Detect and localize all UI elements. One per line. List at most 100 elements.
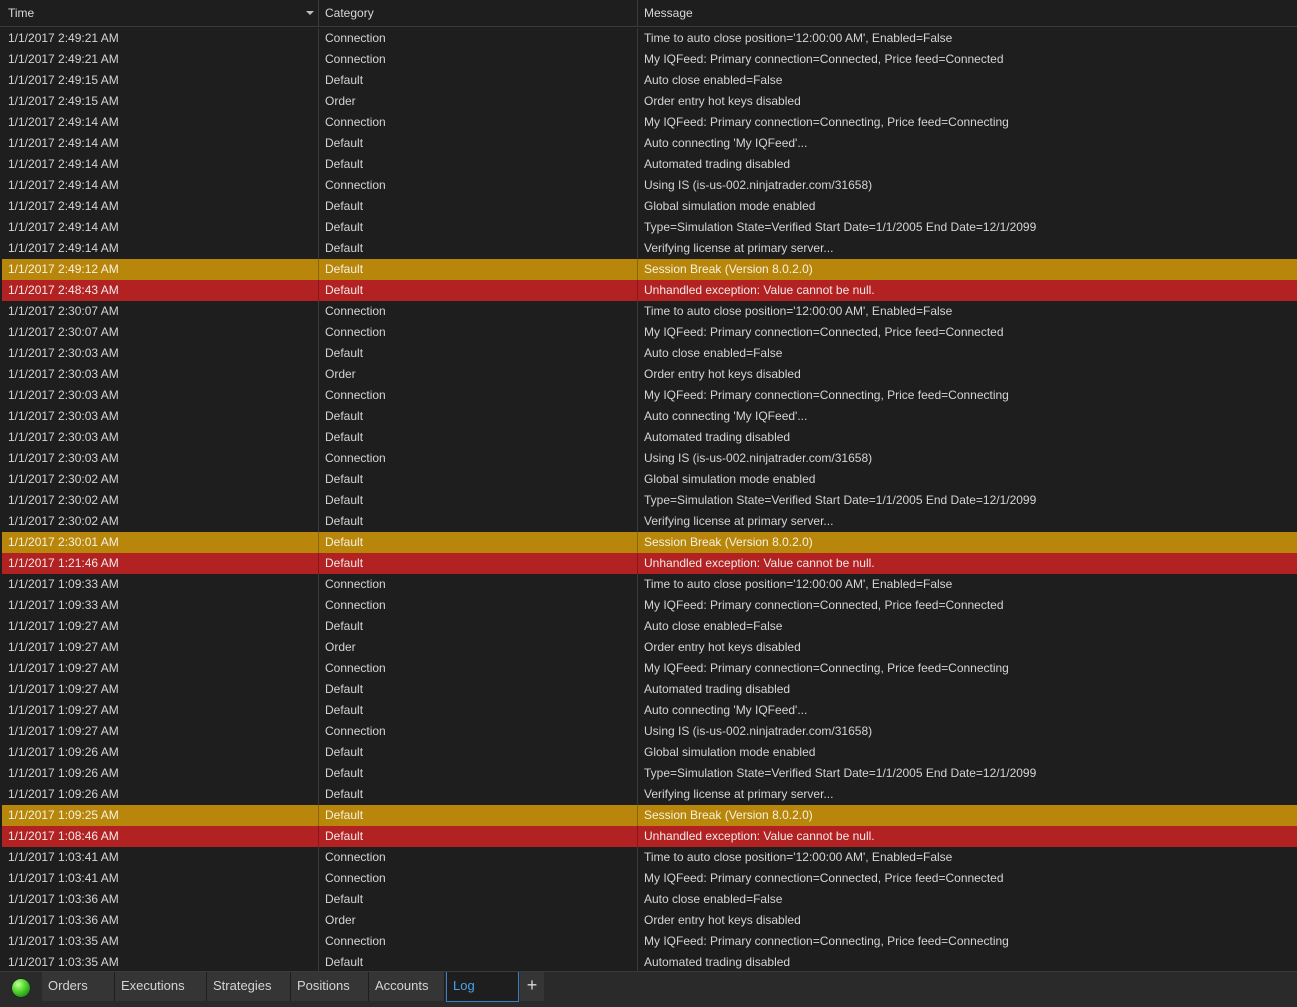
table-row[interactable]: 1/1/2017 2:30:02 AM Default Verifying lice… [2, 511, 1297, 532]
table-row[interactable]: 1/1/2017 2:49:14 AM Default Verifying lice… [2, 238, 1297, 259]
tab-orders[interactable]: Orders [42, 972, 115, 1001]
category-cell: Default [319, 217, 638, 238]
table-row[interactable]: 1/1/2017 2:30:02 AM Default Global simulat… [2, 469, 1297, 490]
time-cell: 1/1/2017 1:09:27 AM [2, 616, 319, 637]
table-row[interactable]: 1/1/2017 2:49:21 AM Connection My IQFeed: … [2, 49, 1297, 70]
category-cell: Default [319, 784, 638, 805]
category-cell: Connection [319, 448, 638, 469]
table-row[interactable]: 1/1/2017 1:03:36 AM Default Auto close ena… [2, 889, 1297, 910]
message-cell: Time to auto close position='12:00:00 AM… [644, 850, 953, 864]
table-row[interactable]: 1/1/2017 1:21:46 AM Default Unhandled exce… [2, 553, 1297, 574]
category-cell: Connection [319, 574, 638, 595]
table-row[interactable]: 1/1/2017 2:30:07 AM Connection Time to aut… [2, 301, 1297, 322]
tab-label: Executions [121, 978, 185, 993]
table-row[interactable]: 1/1/2017 1:03:41 AM Connection Time to aut… [2, 847, 1297, 868]
message-cell: Session Break (Version 8.0.2.0) [644, 808, 813, 822]
time-cell: 1/1/2017 1:03:35 AM [2, 931, 319, 952]
time-cell: 1/1/2017 1:09:33 AM [2, 574, 319, 595]
category-cell: Default [319, 826, 638, 847]
table-row[interactable]: 1/1/2017 1:09:27 AM Default Auto close ena… [2, 616, 1297, 637]
table-row[interactable]: 1/1/2017 1:09:27 AM Default Automated trad… [2, 679, 1297, 700]
time-cell: 1/1/2017 1:09:27 AM [2, 721, 319, 742]
table-row[interactable]: 1/1/2017 1:03:41 AM Connection My IQFeed: … [2, 868, 1297, 889]
table-row[interactable]: 1/1/2017 2:49:12 AM Default Session Break … [2, 259, 1297, 280]
time-cell: 1/1/2017 2:49:14 AM [2, 133, 319, 154]
table-row[interactable]: 1/1/2017 2:30:03 AM Default Auto connectin… [2, 406, 1297, 427]
table-row[interactable]: 1/1/2017 1:09:27 AM Order Order entry hot … [2, 637, 1297, 658]
tab-accounts[interactable]: Accounts [369, 972, 445, 1001]
table-row[interactable]: 1/1/2017 2:49:14 AM Default Automated trad… [2, 154, 1297, 175]
table-row[interactable]: 1/1/2017 2:49:15 AM Default Auto close ena… [2, 70, 1297, 91]
column-header-time[interactable]: Time [2, 0, 319, 27]
table-row[interactable]: 1/1/2017 2:30:07 AM Connection My IQFeed: … [2, 322, 1297, 343]
table-row[interactable]: 1/1/2017 1:03:36 AM Order Order entry hot … [2, 910, 1297, 931]
tab-label: Log [453, 978, 475, 993]
table-row[interactable]: 1/1/2017 2:30:03 AM Order Order entry hot … [2, 364, 1297, 385]
category-cell: Default [319, 616, 638, 637]
message-cell: Global simulation mode enabled [644, 199, 816, 213]
add-tab-button[interactable]: + [520, 972, 544, 1001]
time-cell: 1/1/2017 1:09:26 AM [2, 763, 319, 784]
message-cell: Type=Simulation State=Verified Start Dat… [644, 766, 1037, 780]
table-row[interactable]: 1/1/2017 1:09:27 AM Connection Using IS (i… [2, 721, 1297, 742]
message-cell: Type=Simulation State=Verified Start Dat… [644, 220, 1037, 234]
tab-executions[interactable]: Executions [115, 972, 207, 1001]
message-cell: Auto connecting 'My IQFeed'... [644, 409, 808, 423]
time-cell: 1/1/2017 1:09:33 AM [2, 595, 319, 616]
table-row[interactable]: 1/1/2017 1:09:26 AM Default Verifying lice… [2, 784, 1297, 805]
time-cell: 1/1/2017 1:09:25 AM [2, 805, 319, 826]
message-cell: My IQFeed: Primary connection=Connected,… [644, 598, 1004, 612]
table-row[interactable]: 1/1/2017 2:49:15 AM Order Order entry hot … [2, 91, 1297, 112]
table-row[interactable]: 1/1/2017 1:03:35 AM Connection My IQFeed: … [2, 931, 1297, 952]
table-row[interactable]: 1/1/2017 1:08:46 AM Default Unhandled exce… [2, 826, 1297, 847]
table-row[interactable]: 1/1/2017 1:03:35 AM Default Automated trad… [2, 952, 1297, 971]
tab-strategies[interactable]: Strategies [207, 972, 291, 1001]
category-cell: Default [319, 805, 638, 826]
time-cell: 1/1/2017 1:09:27 AM [2, 700, 319, 721]
table-row[interactable]: 1/1/2017 2:49:14 AM Default Type=Simulatio… [2, 217, 1297, 238]
category-cell: Default [319, 889, 638, 910]
table-row[interactable]: 1/1/2017 1:09:33 AM Connection Time to aut… [2, 574, 1297, 595]
table-row[interactable]: 1/1/2017 2:30:03 AM Default Automated trad… [2, 427, 1297, 448]
table-row[interactable]: 1/1/2017 1:09:26 AM Default Type=Simulatio… [2, 763, 1297, 784]
column-header-label: Category [325, 6, 374, 20]
message-cell: My IQFeed: Primary connection=Connected,… [644, 325, 1004, 339]
table-row[interactable]: 1/1/2017 2:30:01 AM Default Session Break … [2, 532, 1297, 553]
table-row[interactable]: 1/1/2017 1:09:27 AM Default Auto connectin… [2, 700, 1297, 721]
category-cell: Default [319, 490, 638, 511]
category-cell: Default [319, 553, 638, 574]
table-row[interactable]: 1/1/2017 2:30:02 AM Default Type=Simulatio… [2, 490, 1297, 511]
table-row[interactable]: 1/1/2017 1:09:33 AM Connection My IQFeed: … [2, 595, 1297, 616]
table-row[interactable]: 1/1/2017 2:48:43 AM Default Unhandled exce… [2, 280, 1297, 301]
message-cell: Time to auto close position='12:00:00 AM… [644, 577, 953, 591]
table-row[interactable]: 1/1/2017 2:30:03 AM Default Auto close ena… [2, 343, 1297, 364]
table-row[interactable]: 1/1/2017 2:49:14 AM Default Auto connectin… [2, 133, 1297, 154]
category-cell: Default [319, 133, 638, 154]
table-row[interactable]: 1/1/2017 2:49:14 AM Connection My IQFeed: … [2, 112, 1297, 133]
column-header-category[interactable]: Category [319, 0, 638, 27]
message-cell: Session Break (Version 8.0.2.0) [644, 262, 813, 276]
table-row[interactable]: 1/1/2017 1:09:26 AM Default Global simulat… [2, 742, 1297, 763]
message-cell: Session Break (Version 8.0.2.0) [644, 535, 813, 549]
tab-log[interactable]: Log [446, 972, 519, 1002]
log-rows: 1/1/2017 2:49:21 AM Connection Time to aut… [2, 28, 1297, 971]
message-cell: Using IS (is-us-002.ninjatrader.com/3165… [644, 724, 873, 738]
green-status-icon[interactable] [12, 979, 30, 997]
table-row[interactable]: 1/1/2017 1:09:25 AM Default Session Break … [2, 805, 1297, 826]
column-header-message[interactable]: Message [638, 0, 1297, 27]
message-cell: Global simulation mode enabled [644, 472, 816, 486]
category-cell: Order [319, 910, 638, 931]
message-cell: Global simulation mode enabled [644, 745, 816, 759]
table-row[interactable]: 1/1/2017 2:49:14 AM Connection Using IS (i… [2, 175, 1297, 196]
time-cell: 1/1/2017 1:08:46 AM [2, 826, 319, 847]
time-cell: 1/1/2017 2:30:03 AM [2, 448, 319, 469]
tab-positions[interactable]: Positions [291, 972, 369, 1001]
time-cell: 1/1/2017 2:30:03 AM [2, 343, 319, 364]
table-row[interactable]: 1/1/2017 1:09:27 AM Connection My IQFeed: … [2, 658, 1297, 679]
log-grid[interactable]: Time Category Message 1/1/2017 2:49:21 A… [0, 0, 1297, 971]
table-row[interactable]: 1/1/2017 2:30:03 AM Connection My IQFeed: … [2, 385, 1297, 406]
table-row[interactable]: 1/1/2017 2:30:03 AM Connection Using IS (i… [2, 448, 1297, 469]
sort-down-triangle-icon[interactable] [306, 11, 314, 15]
table-row[interactable]: 1/1/2017 2:49:21 AM Connection Time to aut… [2, 28, 1297, 49]
table-row[interactable]: 1/1/2017 2:49:14 AM Default Global simulat… [2, 196, 1297, 217]
